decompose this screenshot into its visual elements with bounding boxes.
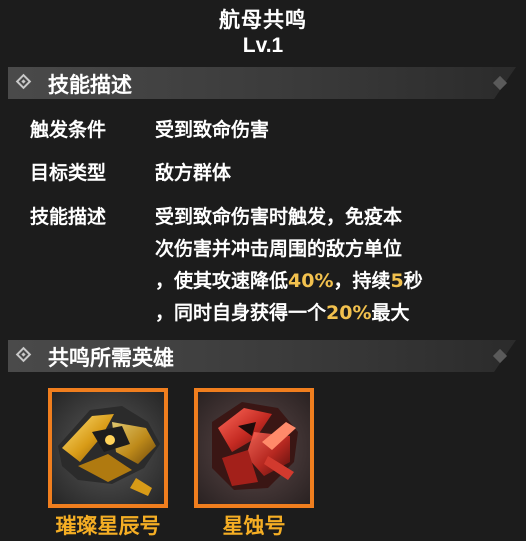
hero-card-golden-ship[interactable] bbox=[48, 388, 168, 508]
description-text: 次伤害并冲击周围的敌方单位 bbox=[155, 238, 403, 260]
skill-section-header: 技能描述 bbox=[8, 67, 516, 99]
description-line-4: ，同时自身获得一个20%最大 bbox=[155, 298, 410, 325]
attack-speed-reduction-value: 40% bbox=[288, 270, 334, 292]
diamond-bullet-icon bbox=[16, 347, 32, 363]
heroes-section-title: 共鸣所需英雄 bbox=[48, 346, 174, 370]
skill-section-title: 技能描述 bbox=[48, 73, 132, 97]
heroes-section-header: 共鸣所需英雄 bbox=[8, 340, 516, 372]
diamond-bullet-icon bbox=[16, 74, 32, 90]
description-text: 秒 bbox=[403, 270, 423, 292]
target-type-label: 目标类型 bbox=[30, 162, 107, 184]
description-text: ，持续 bbox=[333, 270, 391, 292]
skill-level: Lv.1 bbox=[242, 34, 284, 57]
trigger-condition-value: 受到致命伤害 bbox=[155, 119, 270, 141]
description-line-1: 受到致命伤害时触发，免疫本 bbox=[155, 202, 402, 229]
description-line-2: 次伤害并冲击周围的敌方单位 bbox=[155, 234, 402, 261]
description-text: 最大 bbox=[371, 302, 410, 324]
hero-card-crimson-ship[interactable] bbox=[194, 388, 314, 508]
description-text: ，使其攻速降低 bbox=[155, 270, 289, 292]
crimson-ship-icon bbox=[198, 392, 310, 504]
duration-value: 5 bbox=[390, 270, 404, 292]
trigger-condition-label: 触发条件 bbox=[30, 119, 107, 141]
skill-title: 航母共鸣 bbox=[219, 8, 307, 32]
hero-name-crimson-ship: 星蚀号 bbox=[222, 514, 286, 538]
golden-ship-icon bbox=[52, 392, 164, 504]
skill-description-label: 技能描述 bbox=[30, 206, 107, 228]
hero-name-golden-ship: 璀璨星辰号 bbox=[55, 514, 161, 538]
description-text: ，同时自身获得一个 bbox=[155, 302, 327, 324]
description-text: 受到致命伤害时触发，免疫本 bbox=[155, 206, 403, 228]
target-type-value: 敌方群体 bbox=[155, 162, 232, 184]
shield-percent-value: 20% bbox=[326, 302, 372, 324]
description-line-3: ，使其攻速降低40%，持续5秒 bbox=[155, 266, 423, 293]
